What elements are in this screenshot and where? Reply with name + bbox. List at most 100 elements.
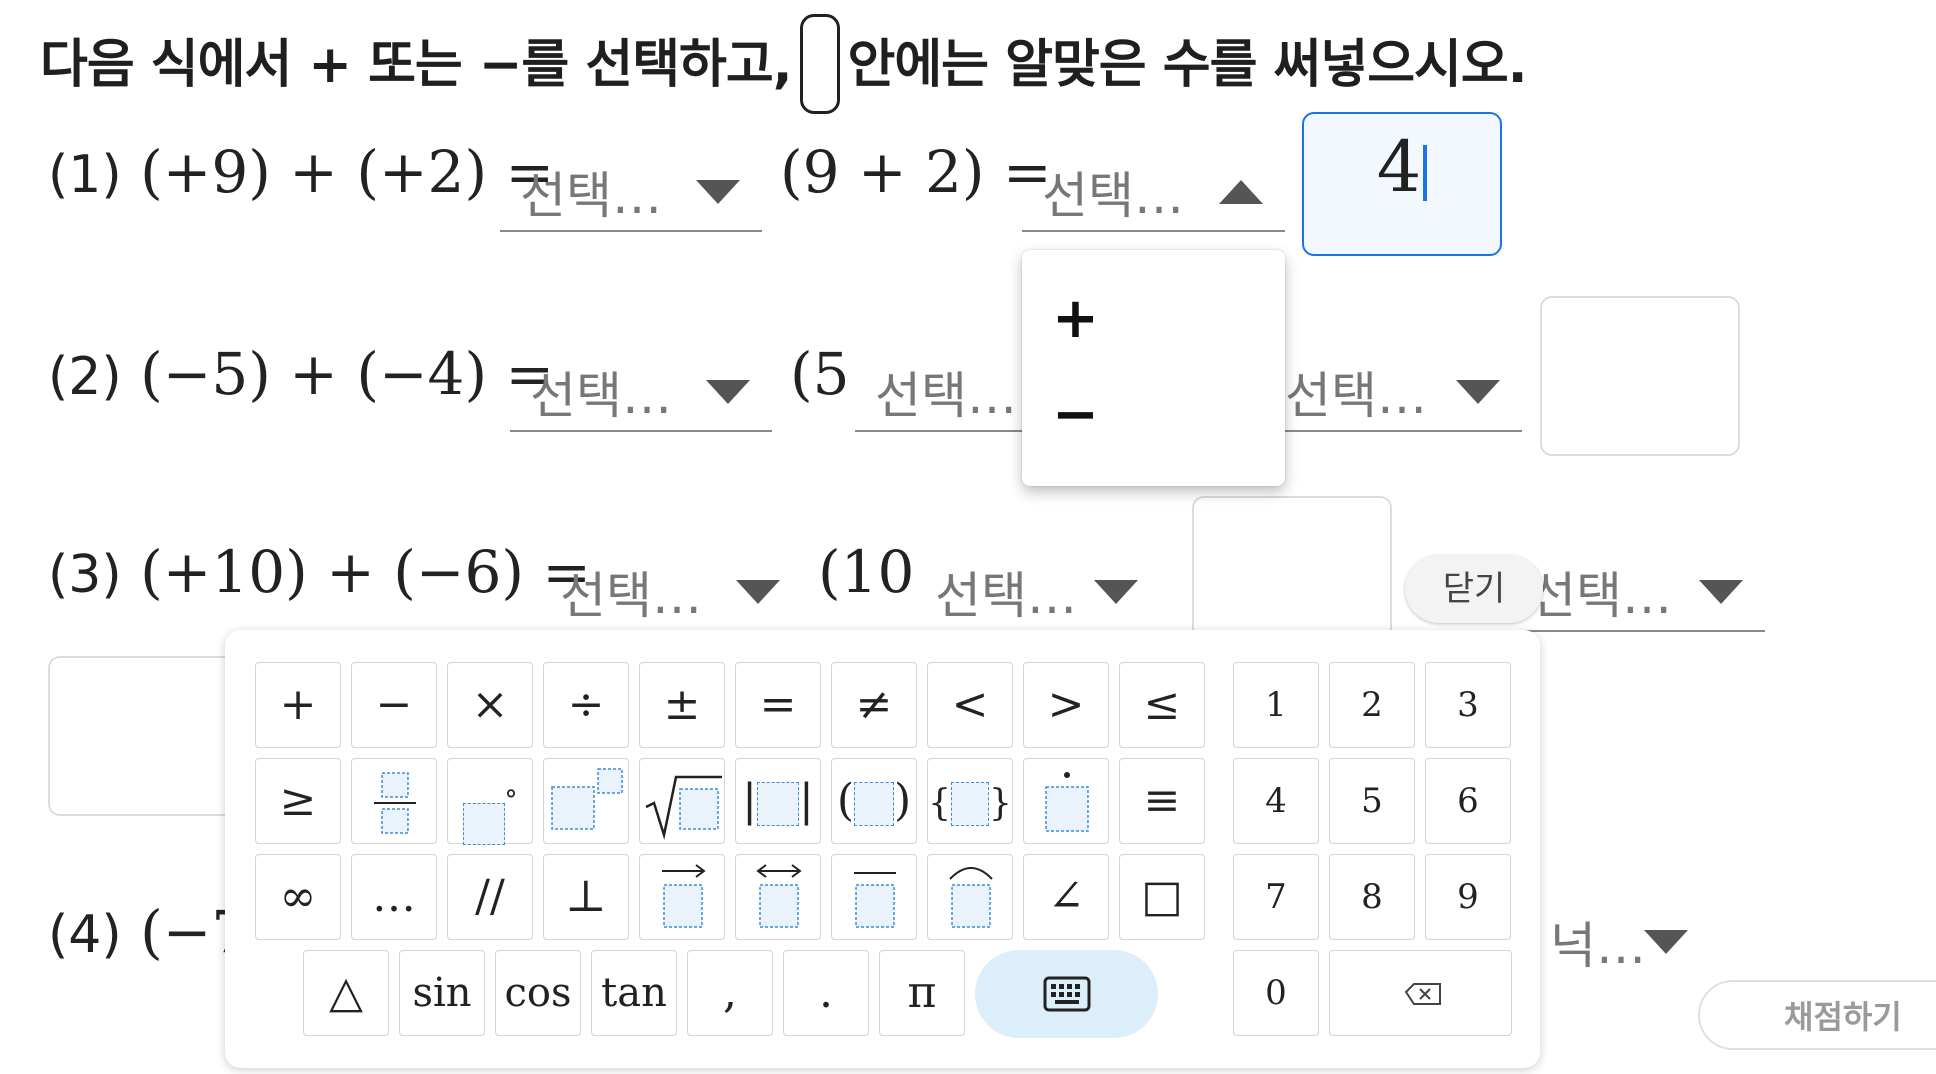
instruction-part2: 안에는 알맞은 수를 써넣으시오. — [847, 35, 1528, 95]
problem-1-answer-input[interactable]: 4 — [1302, 112, 1502, 256]
key-digit-0[interactable]: 0 — [1233, 950, 1319, 1036]
key-less-equal[interactable]: ≤ — [1119, 662, 1205, 748]
brace-left: { — [928, 783, 951, 824]
key-arc[interactable] — [927, 854, 1013, 940]
problem-2-select-2[interactable]: 선택… — [855, 348, 1025, 432]
abs-bar-right: | — [799, 775, 814, 826]
vector-arrow-icon — [662, 864, 706, 928]
key-line[interactable] — [735, 854, 821, 940]
chevron-down-icon — [706, 380, 750, 404]
problem-2-left: (2) (−5) + (−4) = — [48, 340, 554, 408]
key-digit-1[interactable]: 1 — [1233, 662, 1319, 748]
select-placeholder: 선택… — [875, 367, 1017, 425]
key-vector[interactable] — [639, 854, 725, 940]
key-sin[interactable]: sin — [399, 950, 485, 1036]
grade-button[interactable]: 채점하기 — [1698, 980, 1936, 1050]
placeholder-box — [757, 781, 799, 826]
key-minus[interactable]: − — [351, 662, 437, 748]
key-digit-2[interactable]: 2 — [1329, 662, 1415, 748]
key-divide[interactable]: ÷ — [543, 662, 629, 748]
problem-3-answer-input-2[interactable] — [48, 656, 248, 816]
key-digit-9[interactable]: 9 — [1425, 854, 1511, 940]
key-segment[interactable] — [831, 854, 917, 940]
key-degree[interactable]: ° — [447, 758, 533, 845]
problem-2-select-1[interactable]: 선택… — [510, 348, 772, 432]
placeholder-box — [462, 802, 505, 845]
key-ellipsis[interactable]: … — [351, 854, 437, 940]
key-cos[interactable]: cos — [495, 950, 581, 1036]
key-times[interactable]: × — [447, 662, 533, 748]
chevron-down-icon — [1456, 380, 1500, 404]
key-digit-7[interactable]: 7 — [1233, 854, 1319, 940]
problem-2-number: (2) — [48, 347, 122, 407]
key-plus[interactable]: + — [255, 662, 341, 748]
dropdown-option-minus[interactable]: − — [1052, 382, 1099, 447]
key-pi[interactable]: π — [879, 950, 965, 1036]
key-comma[interactable]: , — [687, 950, 773, 1036]
paren-right: ) — [894, 775, 912, 826]
key-exponent[interactable] — [543, 758, 629, 844]
keyboard-toggle-button[interactable] — [975, 950, 1158, 1038]
problem-3-left-expr: (+10) + (−6) = — [140, 538, 592, 606]
key-perpendicular[interactable]: ⊥ — [543, 854, 629, 940]
key-greater-equal[interactable]: ≥ — [255, 758, 341, 844]
key-digit-8[interactable]: 8 — [1329, 854, 1415, 940]
text-caret — [1423, 145, 1428, 201]
problem-2-answer-input[interactable] — [1540, 296, 1740, 456]
problem-4-select[interactable]: 넉… — [1530, 898, 1710, 982]
problem-1-left: (1) (+9) + (+2) = — [48, 138, 554, 206]
backspace-icon — [1404, 983, 1441, 1005]
select-placeholder-clipped: 넉… — [1550, 917, 1646, 975]
key-repeating-decimal[interactable] — [1023, 758, 1109, 844]
problem-3-select-2[interactable]: 선택… — [915, 548, 1160, 632]
key-tan[interactable]: tan — [591, 950, 677, 1036]
key-equals[interactable]: = — [735, 662, 821, 748]
key-less-than[interactable]: < — [927, 662, 1013, 748]
key-triangle[interactable]: △ — [303, 950, 389, 1036]
key-absolute-value[interactable]: | | — [735, 758, 821, 844]
problem-2-select-3[interactable]: 선택… — [1285, 348, 1522, 432]
key-square[interactable]: □ — [1119, 854, 1205, 940]
problem-1-mid-expr: (9 + 2) = — [780, 138, 1052, 206]
problem-1-select-1[interactable]: 선택… — [500, 148, 762, 232]
instruction-part1: 다음 식에서 + 또는 −를 선택하고, — [40, 35, 792, 95]
key-equivalent[interactable]: ≡ — [1119, 758, 1205, 844]
problem-3-select-3[interactable]: 선택… — [1520, 548, 1765, 632]
select-placeholder: 선택… — [530, 367, 672, 425]
key-braces[interactable]: {} — [927, 758, 1013, 844]
key-digit-6[interactable]: 6 — [1425, 758, 1511, 844]
key-greater-than[interactable]: > — [1023, 662, 1109, 748]
problem-1-left-expr: (+9) + (+2) = — [140, 138, 555, 206]
placeholder-box — [854, 781, 894, 826]
key-digit-4[interactable]: 4 — [1233, 758, 1319, 844]
brace-right: } — [989, 783, 1012, 824]
select-placeholder: 선택… — [1042, 167, 1184, 225]
paren-left: ( — [836, 775, 854, 826]
answer-box-sample — [799, 14, 840, 114]
problem-3-select-1[interactable]: 선택… — [540, 548, 802, 632]
close-keypad-button[interactable]: 닫기 — [1405, 555, 1543, 623]
key-sqrt[interactable] — [639, 758, 725, 844]
backspace-button[interactable] — [1329, 950, 1512, 1036]
key-plus-minus[interactable]: ± — [639, 662, 725, 748]
keyboard-icon — [1043, 976, 1091, 1012]
key-fraction[interactable] — [351, 758, 437, 844]
dropdown-option-plus[interactable]: + — [1052, 286, 1099, 351]
select-placeholder: 선택… — [560, 567, 702, 625]
key-digit-3[interactable]: 3 — [1425, 662, 1511, 748]
key-infinity[interactable]: ∞ — [255, 854, 341, 940]
key-digit-5[interactable]: 5 — [1329, 758, 1415, 844]
chevron-down-icon — [1699, 580, 1743, 604]
key-parallel[interactable]: // — [447, 854, 533, 940]
key-not-equal[interactable]: ≠ — [831, 662, 917, 748]
problem-1-select-2[interactable]: 선택… — [1022, 148, 1285, 232]
problem-3-left: (3) (+10) + (−6) = — [48, 538, 591, 606]
select-placeholder: 선택… — [520, 167, 662, 225]
problem-2-left-expr: (−5) + (−4) = — [140, 340, 555, 408]
key-parentheses[interactable]: () — [831, 758, 917, 844]
chevron-down-icon — [736, 580, 780, 604]
degree-sign: ° — [504, 786, 518, 816]
key-angle[interactable]: ∠ — [1023, 854, 1109, 940]
key-period[interactable]: . — [783, 950, 869, 1036]
abs-bar-left: | — [742, 775, 757, 826]
